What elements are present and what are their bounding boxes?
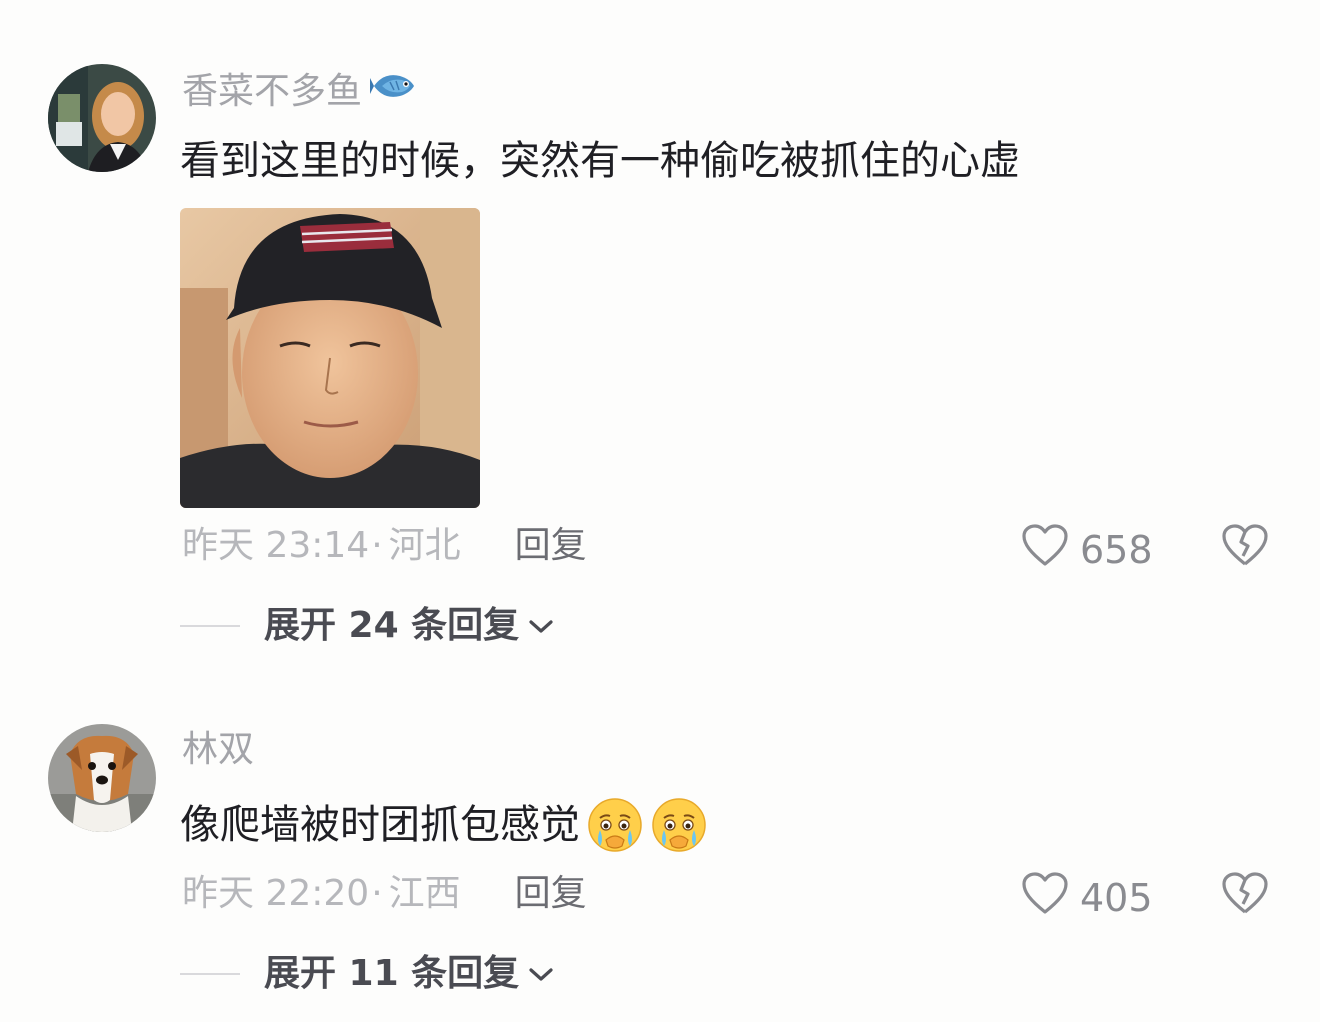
avatar[interactable] xyxy=(48,64,156,172)
username-text: 香菜不多鱼 xyxy=(182,70,363,112)
crying-face-emoji xyxy=(586,796,644,854)
expand-label: 展开 11 条回复 xyxy=(264,953,520,994)
heart-icon xyxy=(1020,870,1070,925)
dislike-button[interactable] xyxy=(1220,870,1270,920)
expand-replies-button[interactable]: 展开 24 条回复 xyxy=(180,604,555,648)
timestamp: 昨天 22:20 xyxy=(182,873,370,914)
like-count: 405 xyxy=(1080,875,1153,920)
like-button[interactable]: 658 xyxy=(1020,522,1153,577)
like-button[interactable]: 405 xyxy=(1020,870,1153,925)
comment-text: 看到这里的时候，突然有一种偷吃被抓住的心虚 xyxy=(180,138,1020,184)
like-count: 658 xyxy=(1080,527,1153,572)
crying-face-emoji xyxy=(650,796,708,854)
reply-button[interactable]: 回复 xyxy=(515,524,587,568)
meta-separator: · xyxy=(371,873,383,914)
comment-image[interactable] xyxy=(180,208,480,508)
chevron-down-icon xyxy=(527,616,555,636)
chevron-down-icon xyxy=(527,964,555,984)
location: 河北 xyxy=(388,525,461,566)
meta-separator: · xyxy=(371,525,383,566)
divider-line xyxy=(180,973,240,975)
broken-heart-icon xyxy=(1220,524,1270,572)
username[interactable]: 林双 xyxy=(182,728,254,772)
fish-icon xyxy=(370,68,418,115)
broken-heart-icon xyxy=(1220,872,1270,920)
comment-meta: 昨天 23:14 · 河北 回复 xyxy=(182,524,587,568)
dislike-button[interactable] xyxy=(1220,522,1270,572)
timestamp: 昨天 23:14 xyxy=(182,525,370,566)
comment-meta: 昨天 22:20 · 江西 回复 xyxy=(182,872,587,916)
location: 江西 xyxy=(388,873,461,914)
divider-line xyxy=(180,625,240,627)
username[interactable]: 香菜不多鱼 xyxy=(182,68,418,115)
comment-text-content: 像爬墙被时团抓包感觉 xyxy=(180,802,580,848)
expand-replies-button[interactable]: 展开 11 条回复 xyxy=(180,952,555,996)
heart-icon xyxy=(1020,522,1070,577)
reply-button[interactable]: 回复 xyxy=(515,872,587,916)
avatar[interactable] xyxy=(48,724,156,832)
comment-text: 像爬墙被时团抓包感觉 xyxy=(180,796,708,854)
expand-label: 展开 24 条回复 xyxy=(264,605,520,646)
